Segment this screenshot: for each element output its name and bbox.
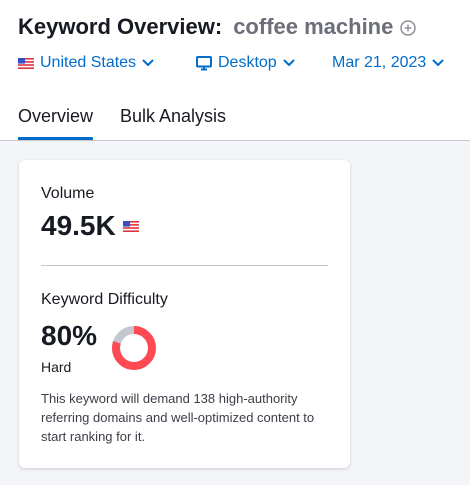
volume-value: 49.5K [41, 210, 116, 241]
keyword-title: coffee machine [233, 14, 394, 39]
keyword-difficulty-value: 80% [41, 320, 98, 351]
tab-overview[interactable]: Overview [18, 106, 94, 141]
device-label: Desktop [218, 54, 277, 71]
difficulty-level: Hard [41, 359, 72, 375]
volume-block: 49.5K [41, 210, 139, 242]
card-divider [41, 265, 328, 266]
volume-label: Volume [41, 185, 95, 202]
tab-bulk-analysis[interactable]: Bulk Analysis [120, 106, 226, 127]
desktop-icon [196, 55, 212, 70]
us-flag-icon [18, 57, 34, 69]
chevron-down-icon [283, 59, 295, 66]
date-selector[interactable]: Mar 21, 2023 [332, 54, 444, 72]
keyword-difficulty-label: Keyword Difficulty [41, 291, 168, 308]
difficulty-description: This keyword will demand 138 high-author… [41, 391, 315, 444]
device-selector[interactable]: Desktop [196, 54, 295, 72]
page-title: Keyword Overview: [18, 14, 223, 39]
date-label: Mar 21, 2023 [332, 54, 427, 71]
database-selector[interactable]: United States [18, 54, 154, 72]
filters-bar: United States Desktop Mar 21, 2023 [18, 54, 458, 76]
add-circle-icon[interactable] [400, 20, 417, 36]
difficulty-donut-chart [112, 326, 156, 370]
chevron-down-icon [142, 59, 154, 66]
title-row: Keyword Overview: coffee machine [18, 14, 417, 40]
page-header: Keyword Overview: coffee machine United … [0, 0, 470, 141]
chevron-down-icon [432, 59, 444, 66]
overview-card: Volume 49.5K Keyword Difficulty 80% Hard… [19, 160, 350, 468]
database-label: United States [40, 54, 137, 71]
us-flag-icon [122, 220, 139, 232]
